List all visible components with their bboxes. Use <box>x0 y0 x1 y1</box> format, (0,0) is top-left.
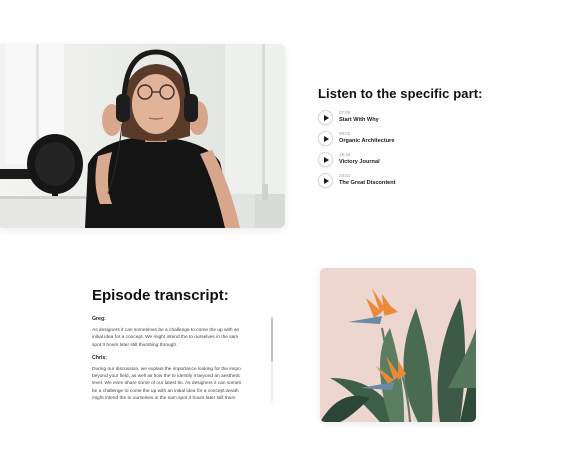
chapter-item[interactable]: 23:51 The Great Discontent <box>318 170 538 191</box>
transcript-paragraph: During our discussion, we explain the im… <box>92 366 264 402</box>
transcript-line: spot 3 hours later still thumbing throug… <box>92 342 178 348</box>
chapters-heading: Listen to the specific part: <box>318 86 483 101</box>
transcript-line: beyond your field, as well as how the to… <box>92 374 241 380</box>
chapter-time: 23:51 <box>339 173 351 179</box>
chapter-time: 09:02 <box>339 131 351 137</box>
transcript-scroll-area[interactable]: Greg: As designers it can sometimes be a… <box>92 316 274 404</box>
chapter-meta: 07:08 Start With Why <box>339 111 379 123</box>
chapter-title[interactable]: The Great Discontent <box>339 180 396 187</box>
transcript-heading: Episode transcript: <box>92 287 229 304</box>
transcript-line: During our discussion, we explain the im… <box>92 366 241 372</box>
transcript-line: might intend the to ourselves in the sam… <box>92 396 236 402</box>
chapter-item[interactable]: 19:46 Victory Journal <box>318 149 538 170</box>
play-button[interactable] <box>318 152 333 167</box>
chapter-time: 19:46 <box>339 152 351 158</box>
play-icon <box>323 156 329 163</box>
play-icon <box>323 177 329 184</box>
chapter-title[interactable]: Start With Why <box>339 117 379 124</box>
chapter-title[interactable]: Organic Architecture <box>339 138 394 145</box>
transcript-line: As designers it can sometimes be a chall… <box>92 328 240 333</box>
transcript-section: Episode transcript: Greg: As designers i… <box>92 287 274 404</box>
play-icon <box>323 135 329 142</box>
play-button[interactable] <box>318 173 333 188</box>
speaker-name: Chris: <box>92 354 107 361</box>
hero-photo <box>0 44 285 228</box>
scrollbar-thumb[interactable] <box>271 318 273 362</box>
transcript-line: initial idea for a concept. We might int… <box>92 335 239 341</box>
chapter-meta: 09:02 Organic Architecture <box>339 132 394 144</box>
bird-of-paradise-image <box>320 268 476 422</box>
chapter-meta: 19:46 Victory Journal <box>339 153 380 165</box>
chapter-item[interactable]: 07:08 Start With Why <box>318 107 538 128</box>
speaker-name: Greg: <box>92 316 106 322</box>
chapter-time: 07:08 <box>339 110 351 116</box>
chapter-list: Listen to the specific part: 07:08 Start… <box>318 86 538 191</box>
transcript-paragraph: As designers it can sometimes be a chall… <box>92 327 264 349</box>
woman-with-headphones-image <box>0 44 285 228</box>
play-button[interactable] <box>318 131 333 146</box>
chapter-item[interactable]: 09:02 Organic Architecture <box>318 128 538 149</box>
plant-photo <box>320 268 476 422</box>
transcript-line: level. We even share some of our latest … <box>92 381 241 387</box>
chapter-title[interactable]: Victory Journal <box>339 159 380 166</box>
play-icon <box>323 114 329 121</box>
chapter-meta: 23:51 The Great Discontent <box>339 174 396 186</box>
play-button[interactable] <box>318 110 333 125</box>
transcript-line: be a challenge to come the up with an in… <box>92 388 239 394</box>
